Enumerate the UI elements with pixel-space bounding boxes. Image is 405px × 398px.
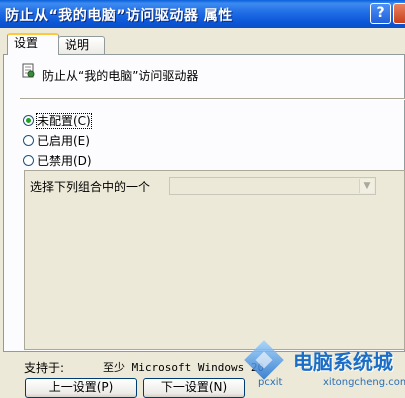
- radio-label: 已禁用(D): [37, 154, 92, 168]
- previous-setting-button[interactable]: 上一设置(P): [25, 378, 137, 398]
- chevron-down-icon[interactable]: ▼: [359, 179, 374, 193]
- policy-setting-icon: [22, 63, 35, 78]
- radio-label: 未配置(C): [36, 113, 92, 129]
- help-button[interactable]: ?: [370, 3, 391, 24]
- radio-enabled[interactable]: 已启用(E): [23, 132, 90, 149]
- watermark-url-left: pcxit: [258, 377, 283, 388]
- radio-button[interactable]: [23, 135, 34, 146]
- radio-disabled[interactable]: 已禁用(D): [23, 152, 92, 169]
- options-label: 选择下列组合中的一个: [30, 180, 151, 194]
- close-button[interactable]: [393, 3, 405, 24]
- radio-label: 已启用(E): [37, 134, 90, 148]
- radio-not-configured[interactable]: 未配置(C): [23, 112, 92, 129]
- window-title: 防止从“我的电脑”访问驱动器 属性: [5, 8, 233, 24]
- next-setting-button[interactable]: 下一设置(N): [143, 378, 245, 398]
- policy-name: 防止从“我的电脑”访问驱动器: [42, 69, 199, 83]
- watermark-url-right: xitongcheng.com: [323, 377, 405, 388]
- separator: [20, 98, 405, 100]
- tab-settings[interactable]: 设置: [7, 33, 59, 55]
- watermark-text: 电脑系统城: [293, 350, 393, 374]
- options-area: [24, 170, 405, 350]
- radio-button[interactable]: [23, 155, 34, 166]
- radio-button[interactable]: [23, 115, 34, 126]
- supported-on-label: 支持于:: [24, 361, 65, 375]
- tab-explain[interactable]: 说明: [58, 36, 105, 54]
- combination-select[interactable]: ▼: [169, 177, 376, 195]
